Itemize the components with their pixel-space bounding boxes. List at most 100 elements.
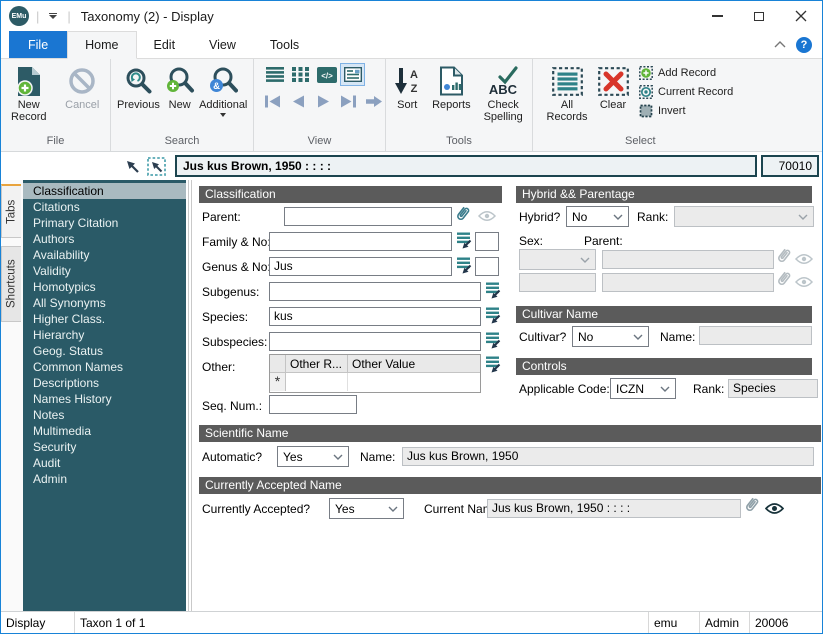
chevron-down-icon: [613, 214, 623, 220]
seq-num-input[interactable]: [269, 395, 357, 414]
sidebar-item-admin[interactable]: Admin: [23, 471, 186, 487]
genus-number-input[interactable]: [475, 257, 499, 276]
sidebar-item-audit[interactable]: Audit: [23, 455, 186, 471]
vertical-tab-shortcuts[interactable]: Shortcuts: [1, 246, 21, 322]
ribbon-tab-view[interactable]: View: [192, 31, 253, 58]
sort-button[interactable]: AZ Sort: [390, 63, 424, 111]
sidebar-item-descriptions[interactable]: Descriptions: [23, 375, 186, 391]
sidebar-item-validity[interactable]: Validity: [23, 263, 186, 279]
automatic-combo[interactable]: Yes: [277, 446, 349, 467]
quick-access-dropdown-icon[interactable]: [46, 13, 60, 20]
additional-search-button[interactable]: & Additional: [197, 63, 249, 117]
ribbon-tab-home[interactable]: Home: [67, 31, 136, 59]
previous-search-button[interactable]: Previous: [115, 63, 162, 111]
cultivar-combo[interactable]: No: [572, 326, 649, 347]
invert-button[interactable]: Invert: [639, 103, 733, 118]
attach-current-name-icon[interactable]: [745, 495, 759, 514]
sidebar-item-availability[interactable]: Availability: [23, 247, 186, 263]
subgenus-lookup-icon[interactable]: [485, 282, 502, 299]
view-code-button[interactable]: </>: [314, 63, 339, 86]
other-lookup-icon[interactable]: [485, 356, 502, 373]
add-record-button[interactable]: Add Record: [639, 65, 733, 80]
new-search-button[interactable]: New: [162, 63, 198, 111]
sidebar-item-geog-status[interactable]: Geog. Status: [23, 343, 186, 359]
check-spelling-button[interactable]: ABC Check Spelling: [478, 63, 528, 123]
currently-accepted-combo[interactable]: Yes: [329, 498, 404, 519]
new-record-button[interactable]: New Record: [5, 63, 53, 123]
minimize-button[interactable]: [696, 1, 738, 31]
other-rank-cell[interactable]: [286, 373, 348, 391]
applicable-code-combo[interactable]: ICZN: [610, 378, 676, 399]
subspecies-lookup-icon[interactable]: [485, 332, 502, 349]
pointer-mode-icon[interactable]: [124, 158, 141, 175]
close-button[interactable]: [780, 1, 822, 31]
sidebar-item-hierarchy[interactable]: Hierarchy: [23, 327, 186, 343]
record-number-box[interactable]: 70010: [761, 155, 819, 177]
select-pointer-mode-icon[interactable]: [147, 157, 166, 176]
sidebar-item-names-history[interactable]: Names History: [23, 391, 186, 407]
sidebar-item-common-names[interactable]: Common Names: [23, 359, 186, 375]
other-value-column-header[interactable]: Other Value: [348, 355, 480, 373]
status-role: Admin: [700, 612, 750, 633]
nav-goto-button[interactable]: [362, 93, 385, 109]
sidebar-item-multimedia[interactable]: Multimedia: [23, 423, 186, 439]
view-list-button[interactable]: [262, 63, 287, 86]
sidebar-item-all-synonyms[interactable]: All Synonyms: [23, 295, 186, 311]
sidebar-item-notes[interactable]: Notes: [23, 407, 186, 423]
sidebar-item-classification[interactable]: Classification: [23, 183, 186, 199]
ribbon-tab-bar: FileHomeEditViewTools: [1, 31, 316, 58]
titlebar-separator: |: [67, 9, 70, 24]
other-table[interactable]: Other R... Other Value *: [269, 354, 481, 393]
parent-input[interactable]: [284, 207, 452, 226]
view-form-button[interactable]: [340, 63, 365, 86]
family-label: Family & No:: [202, 235, 271, 249]
reports-button[interactable]: Reports: [428, 63, 474, 111]
ribbon-tab-tools[interactable]: Tools: [253, 31, 316, 58]
family-lookup-icon[interactable]: [456, 232, 473, 249]
all-records-button[interactable]: All Records: [543, 63, 591, 123]
other-value-cell[interactable]: [348, 373, 480, 391]
view-current-name-eye-icon[interactable]: [765, 502, 784, 515]
sidebar-item-higher-class[interactable]: Higher Class.: [23, 311, 186, 327]
clear-label: Clear: [600, 99, 626, 111]
genus-input[interactable]: Jus: [269, 257, 452, 276]
emu-logo-icon[interactable]: EMu: [9, 6, 29, 26]
grid-view-icon: [292, 67, 309, 82]
hybrid-section-header: Hybrid && Parentage: [516, 186, 812, 203]
cancel-button[interactable]: Cancel: [59, 63, 107, 111]
sidebar-item-primary-citation[interactable]: Primary Citation: [23, 215, 186, 231]
attach-parent-icon[interactable]: [456, 204, 470, 223]
maximize-button[interactable]: [738, 1, 780, 31]
genus-lookup-icon[interactable]: [456, 257, 473, 274]
additional-dropdown-caret: [220, 113, 226, 117]
family-number-input[interactable]: [475, 232, 499, 251]
form-area: Classification Parent: Family & No: Genu…: [194, 180, 822, 611]
sidebar-item-homotypics[interactable]: Homotypics: [23, 279, 186, 295]
view-grid-button[interactable]: [288, 63, 313, 86]
record-title-bar[interactable]: Jus kus Brown, 1950 : : : :: [175, 155, 757, 177]
nav-first-button[interactable]: [262, 93, 285, 109]
other-rank-column-header[interactable]: Other R...: [286, 355, 348, 373]
sort-label: Sort: [397, 99, 417, 111]
subspecies-input[interactable]: [269, 332, 481, 351]
ribbon-tab-edit[interactable]: Edit: [137, 31, 193, 58]
ribbon-tab-file[interactable]: File: [9, 31, 67, 58]
nav-next-button[interactable]: [312, 93, 335, 109]
family-input[interactable]: [269, 232, 452, 251]
clear-button[interactable]: Clear: [591, 63, 635, 111]
nav-previous-button[interactable]: [287, 93, 310, 109]
subgenus-input[interactable]: [269, 282, 481, 301]
species-input[interactable]: kus: [269, 307, 481, 326]
sidebar-item-security[interactable]: Security: [23, 439, 186, 455]
sidebar-item-authors[interactable]: Authors: [23, 231, 186, 247]
help-button[interactable]: ?: [796, 37, 812, 53]
sidebar-splitter[interactable]: [186, 180, 194, 611]
vertical-tab-tabs[interactable]: Tabs: [1, 184, 21, 238]
hybrid-combo[interactable]: No: [566, 206, 629, 227]
nav-last-button[interactable]: [337, 93, 360, 109]
current-record-button[interactable]: Current Record: [639, 84, 733, 99]
ribbon-collapse-icon[interactable]: [774, 41, 786, 48]
sidebar-item-citations[interactable]: Citations: [23, 199, 186, 215]
check-spelling-icon: ABC: [486, 63, 520, 99]
species-lookup-icon[interactable]: [485, 307, 502, 324]
